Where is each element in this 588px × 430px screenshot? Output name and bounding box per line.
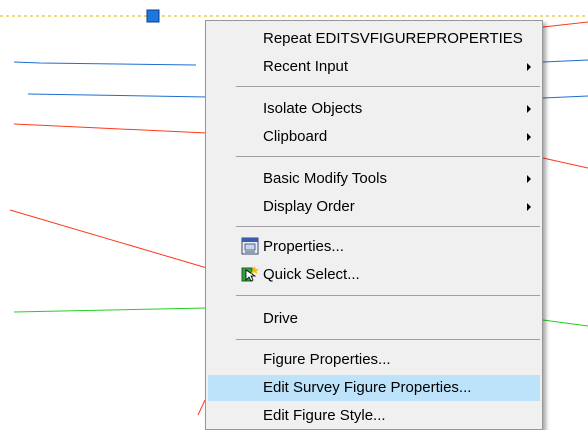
menu-separator [236,339,540,340]
submenu-arrow-icon [527,63,531,71]
red-line-2 [9,209,208,269]
menu-item-repeat-editsvfigureproperties[interactable]: Repeat EDITSVFIGUREPROPERTIES [208,26,540,52]
menu-separator [236,295,540,296]
menu-item-label: Isolate Objects [263,100,363,117]
blue-line-right-2 [542,95,588,99]
green-line-1 [13,307,208,313]
menu-item-label: Recent Input [263,58,349,75]
green-line-right-1 [542,319,588,327]
red-line-1 [13,123,208,134]
menu-item-edit-survey-figure-properties[interactable]: Edit Survey Figure Properties... [208,375,540,401]
menu-separator [236,86,540,87]
menu-item-display-order[interactable]: Display Order [208,194,540,220]
menu-item-label: Basic Modify Tools [263,170,387,187]
menu-item-label: Edit Survey Figure Properties... [263,379,472,396]
menu-item-label: Figure Properties... [263,351,391,368]
menu-item-figure-properties[interactable]: Figure Properties... [208,347,540,373]
menu-item-isolate-objects[interactable]: Isolate Objects [208,96,540,122]
menu-item-quick-select[interactable]: Quick Select... [208,262,540,288]
red-line-right-2 [542,157,588,169]
red-line-3 [197,399,206,416]
menu-item-label: Quick Select... [263,266,360,283]
menu-item-label: Drive [263,310,299,327]
submenu-arrow-icon [527,203,531,211]
menu-item-basic-modify-tools[interactable]: Basic Modify Tools [208,166,540,192]
menu-item-properties[interactable]: Properties... [208,234,540,260]
menu-separator [236,226,540,227]
submenu-arrow-icon [527,105,531,113]
menu-item-label: Clipboard [263,128,328,145]
blue-line-right-1 [542,59,588,63]
menu-item-recent-input[interactable]: Recent Input [208,54,540,80]
blue-line-1 [13,61,197,66]
menu-separator [236,156,540,157]
menu-item-label: Display Order [263,198,355,215]
submenu-arrow-icon [527,133,531,141]
properties-icon [241,237,259,255]
red-line-right-1 [542,21,588,28]
menu-item-label: Repeat EDITSVFIGUREPROPERTIES [263,30,523,47]
submenu-arrow-icon [527,175,531,183]
grip-handle[interactable] [146,9,160,23]
blue-line-2 [27,93,208,98]
quick-select-icon [241,266,259,282]
menu-item-clipboard[interactable]: Clipboard [208,124,540,150]
context-menu: Repeat EDITSVFIGUREPROPERTIES Recent Inp… [205,20,543,430]
menu-item-label: Properties... [263,238,344,255]
menu-item-label: Edit Figure Style... [263,407,386,424]
menu-item-drive[interactable]: Drive [208,306,540,332]
menu-item-edit-figure-style[interactable]: Edit Figure Style... [208,403,540,429]
